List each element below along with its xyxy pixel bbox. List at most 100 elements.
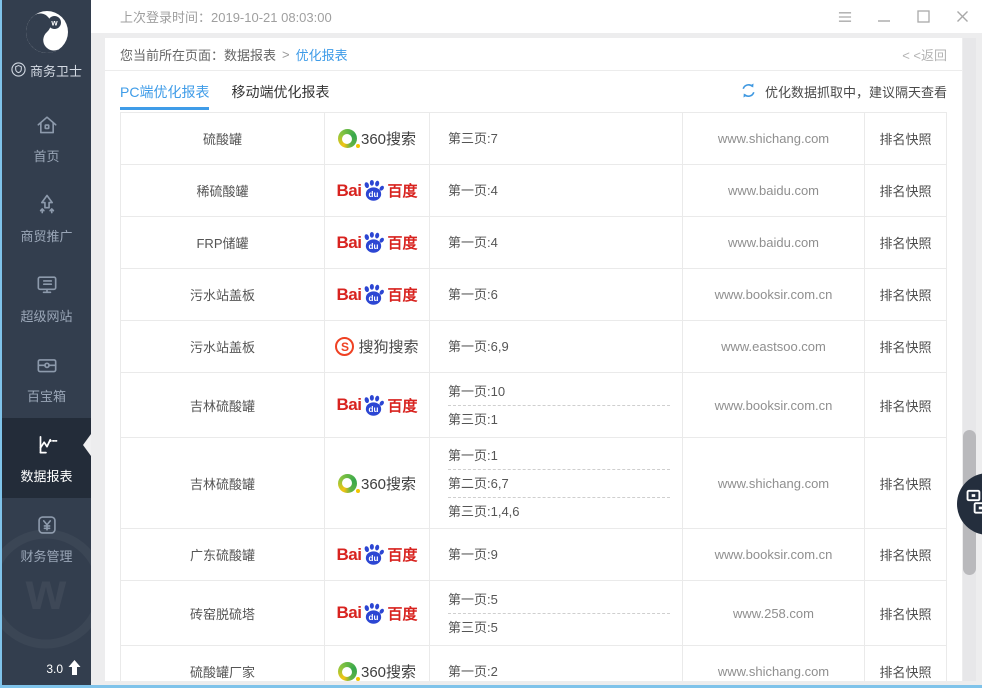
engine-cell: S搜狗搜索: [325, 321, 430, 372]
keyword-text: 污水站盖板: [190, 285, 255, 304]
version-label: 3.0: [46, 660, 81, 678]
snapshot-link[interactable]: 排名快照: [879, 233, 931, 252]
keyword-cell: 污水站盖板: [121, 321, 325, 372]
sidebar-item-finance[interactable]: 财务管理: [2, 498, 91, 578]
minimize-icon[interactable]: [877, 10, 891, 24]
svg-text:w: w: [50, 19, 58, 28]
finance-icon: [34, 512, 60, 539]
site-url: www.booksir.com.cn: [715, 287, 833, 302]
rank-pages-cell: 第一页:1第二页:6,7第三页:1,4,6: [430, 438, 683, 528]
sidebar: w 商务卫士 首页: [2, 0, 91, 685]
breadcrumb: 您当前所在页面：数据报表 > 优化报表 < <返回: [105, 38, 962, 71]
sidebar-item-toolbox[interactable]: 百宝箱: [2, 338, 91, 418]
breadcrumb-section: 数据报表: [224, 45, 276, 64]
snapshot-link[interactable]: 排名快照: [879, 181, 931, 200]
keyword-text: FRP储罐: [196, 233, 248, 252]
snapshot-link[interactable]: 排名快照: [879, 474, 931, 493]
keyword-text: 污水站盖板: [190, 337, 255, 356]
table-row: 砖窑脱硫塔 Bai du 百度: [121, 581, 946, 646]
keyword-text: 广东硫酸罐: [190, 545, 255, 564]
sidebar-item-home[interactable]: 首页: [2, 98, 91, 178]
svg-text:du: du: [369, 404, 379, 413]
keyword-cell: 吉林硫酸罐: [121, 438, 325, 528]
engine-cell: Bai du 百度: [325, 581, 430, 645]
maximize-icon[interactable]: [916, 10, 930, 24]
keyword-text: 砖窑脱硫塔: [190, 604, 255, 623]
main-area: 上次登录时间：2019-10-21 08:03:00 您当前所在页面：数据报表: [91, 0, 982, 685]
rank-pages-cell: 第一页:6: [430, 269, 683, 320]
table-row: 吉林硫酸罐 Bai du 百度: [121, 373, 946, 438]
qr-code-icon: [964, 489, 982, 520]
rank-pages-cell: 第一页:6,9: [430, 321, 683, 372]
back-link[interactable]: < <返回: [902, 45, 947, 64]
baidu-logo-icon: Bai du 百度: [337, 179, 418, 202]
active-indicator-arrow: [83, 434, 91, 456]
crawl-status-notice: 优化数据抓取中，建议隔天查看: [740, 71, 947, 112]
upgrade-arrow-icon[interactable]: [68, 660, 81, 678]
scrollbar-track[interactable]: [963, 38, 976, 681]
snapshot-link[interactable]: 排名快照: [879, 337, 931, 356]
breadcrumb-separator: >: [282, 47, 290, 62]
sidebar-nav: 首页 商贸推广 超级网: [2, 98, 91, 578]
rank-page-entry: 第一页:4: [448, 235, 670, 250]
tab-pc-report[interactable]: PC端优化报表: [120, 71, 209, 112]
engine-cell: 360搜索: [325, 113, 430, 164]
rank-page-entry: 第一页:1: [448, 448, 670, 463]
promotion-icon: [34, 192, 60, 219]
site-url: www.shichang.com: [718, 664, 829, 679]
rank-page-entry: 第一页:5: [448, 592, 670, 607]
svg-text:du: du: [369, 242, 379, 251]
sidebar-item-label: 超级网站: [20, 306, 72, 325]
keyword-text: 硫酸罐厂家: [190, 662, 255, 681]
snapshot-link[interactable]: 排名快照: [879, 545, 931, 564]
site-url: www.shichang.com: [718, 131, 829, 146]
report-icon: [34, 432, 60, 459]
snapshot-link[interactable]: 排名快照: [879, 662, 931, 681]
close-icon[interactable]: [955, 10, 969, 24]
breadcrumb-current[interactable]: 优化报表: [296, 45, 348, 64]
keyword-text: 硫酸罐: [203, 129, 242, 148]
menu-icon[interactable]: [838, 10, 852, 24]
app-logo-icon: w: [2, 0, 91, 54]
site-url: www.booksir.com.cn: [715, 547, 833, 562]
shield-badge-icon: [11, 62, 26, 80]
table-row: 硫酸罐厂家 360搜索: [121, 646, 946, 681]
rank-page-entry: 第三页:7: [448, 131, 670, 146]
sidebar-item-promotion[interactable]: 商贸推广: [2, 178, 91, 258]
engine-cell: Bai du 百度: [325, 165, 430, 216]
rank-page-entry: 第一页:6: [448, 287, 670, 302]
sidebar-item-label: 百宝箱: [27, 386, 66, 405]
keyword-cell: 砖窑脱硫塔: [121, 581, 325, 645]
snapshot-link[interactable]: 排名快照: [879, 285, 931, 304]
table-row: 污水站盖板 Bai du 百度: [121, 269, 946, 321]
rank-page-entry: 第三页:1,4,6: [448, 504, 670, 519]
snapshot-link[interactable]: 排名快照: [879, 129, 931, 148]
baidu-logo-icon: Bai du 百度: [337, 283, 418, 306]
app-window: w 商务卫士 首页: [0, 0, 982, 688]
rank-pages-cell: 第一页:5第三页:5: [430, 581, 683, 645]
tab-mobile-report[interactable]: 移动端优化报表: [231, 71, 329, 112]
rank-report-table: 硫酸罐 360搜索 第: [120, 112, 947, 681]
rank-page-entry: 第一页:6,9: [448, 339, 670, 354]
rank-pages-cell: 第一页:9: [430, 529, 683, 580]
rank-pages-cell: 第一页:4: [430, 217, 683, 268]
rank-pages-cell: 第一页:2: [430, 646, 683, 681]
site-url: www.booksir.com.cn: [715, 398, 833, 413]
svg-text:du: du: [369, 190, 379, 199]
sidebar-item-website[interactable]: 超级网站: [2, 258, 91, 338]
engine-cell: Bai du 百度: [325, 529, 430, 580]
app-brand: 商务卫士: [2, 61, 91, 80]
refresh-icon[interactable]: [740, 82, 757, 102]
app-name: 商务卫士: [30, 61, 82, 80]
site-url: www.shichang.com: [718, 476, 829, 491]
engine-cell: Bai du 百度: [325, 373, 430, 437]
keyword-cell: 广东硫酸罐: [121, 529, 325, 580]
baidu-logo-icon: Bai du 百度: [337, 394, 418, 417]
snapshot-link[interactable]: 排名快照: [879, 604, 931, 623]
table-row: 稀硫酸罐 Bai du 百度: [121, 165, 946, 217]
360-search-logo-icon: 360搜索: [338, 473, 416, 494]
snapshot-link[interactable]: 排名快照: [879, 396, 931, 415]
sidebar-item-reports[interactable]: 数据报表: [2, 418, 91, 498]
keyword-cell: 吉林硫酸罐: [121, 373, 325, 437]
rank-page-entry: 第一页:4: [448, 183, 670, 198]
